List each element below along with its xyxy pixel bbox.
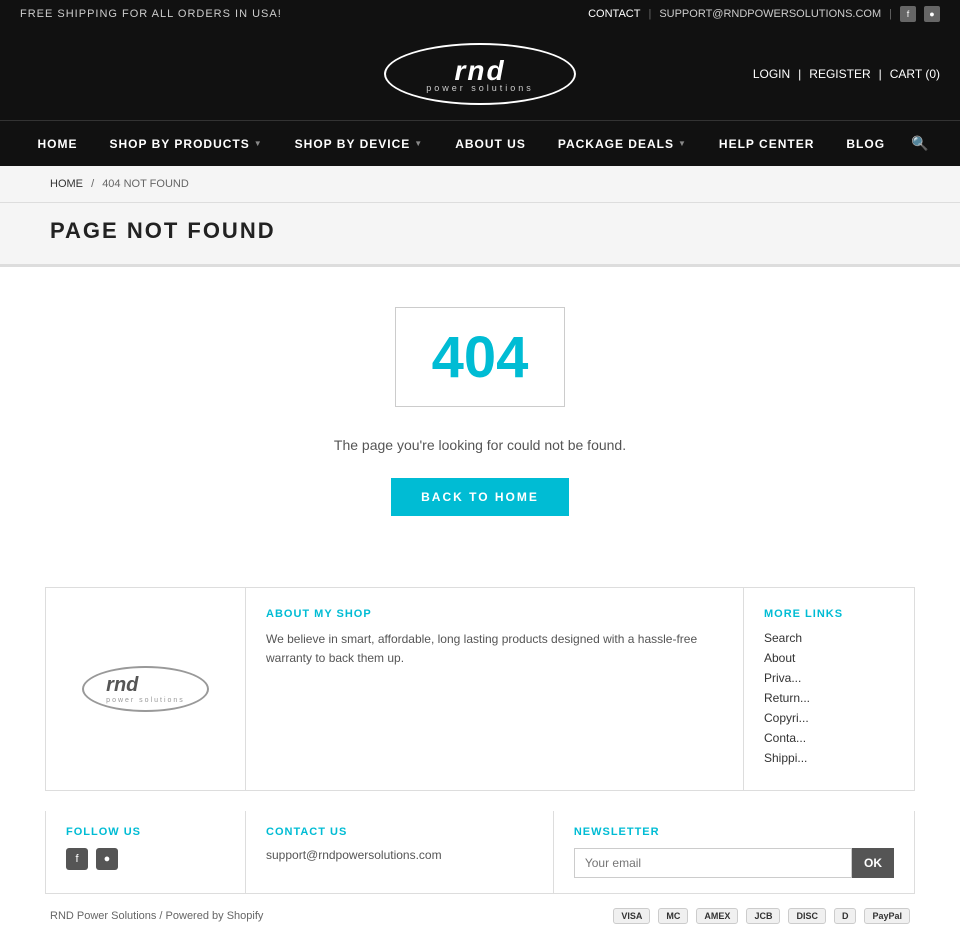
amex-icon: AMEX bbox=[696, 908, 738, 924]
list-item: Shippi... bbox=[764, 750, 894, 765]
nav-inner: HOME SHOP BY PRODUCTS ▼ SHOP BY DEVICE ▼… bbox=[0, 121, 960, 166]
footer-links-list: Search About Priva... Return... Copyri..… bbox=[764, 630, 894, 765]
footer-logo-text: rnd bbox=[106, 674, 185, 697]
separator-1: | bbox=[648, 8, 651, 20]
paypal-icon: PayPal bbox=[864, 908, 910, 924]
footer-logo: rnd power solutions bbox=[82, 666, 209, 712]
footer-link-returns[interactable]: Return... bbox=[764, 691, 810, 705]
arrow-icon: ▼ bbox=[678, 139, 687, 148]
top-bar: FREE SHIPPING FOR ALL ORDERS IN USA! CON… bbox=[0, 0, 960, 28]
cart-link[interactable]: CART (0) bbox=[890, 67, 940, 81]
footer-newsletter-col: NEWSLETTER OK bbox=[554, 811, 914, 893]
footer-link-copyright[interactable]: Copyri... bbox=[764, 711, 809, 725]
footer-links-col: MORE LINKS Search About Priva... Return.… bbox=[744, 588, 914, 790]
discover-icon: DISC bbox=[788, 908, 826, 924]
footer-contact-email: support@rndpowersolutions.com bbox=[266, 848, 533, 862]
nav-shop-products[interactable]: SHOP BY PRODUCTS ▼ bbox=[94, 123, 279, 165]
separator-2: | bbox=[889, 8, 892, 20]
search-icon[interactable]: 🔍 bbox=[901, 121, 938, 166]
footer-contact-title: CONTACT US bbox=[266, 826, 533, 838]
newsletter-submit-button[interactable]: OK bbox=[852, 848, 894, 878]
footer-about-title: ABOUT MY SHOP bbox=[266, 608, 723, 620]
arrow-icon: ▼ bbox=[414, 139, 423, 148]
list-item: Return... bbox=[764, 690, 894, 705]
list-item: Priva... bbox=[764, 670, 894, 685]
breadcrumb-section: HOME / 404 NOT FOUND bbox=[0, 166, 960, 203]
mastercard-icon: MC bbox=[658, 908, 688, 924]
payment-icons: VISA MC AMEX JCB DISC D PayPal bbox=[613, 908, 910, 924]
nav-package[interactable]: PACKAGE DEALS ▼ bbox=[542, 123, 703, 165]
page-title: PAGE NOT FOUND bbox=[50, 218, 910, 244]
main-nav: HOME SHOP BY PRODUCTS ▼ SHOP BY DEVICE ▼… bbox=[0, 120, 960, 166]
footer-follow-title: FOLLOW US bbox=[66, 826, 225, 838]
copyright-text: RND Power Solutions / Powered by Shopify bbox=[50, 910, 263, 922]
footer-bottom-row: FOLLOW US f ● CONTACT US support@rndpowe… bbox=[45, 811, 915, 894]
newsletter-email-input[interactable] bbox=[574, 848, 852, 878]
diners-icon: D bbox=[834, 908, 857, 924]
instagram-icon[interactable]: ● bbox=[924, 6, 940, 22]
jcb-icon: JCB bbox=[746, 908, 780, 924]
footer-link-shipping[interactable]: Shippi... bbox=[764, 751, 807, 765]
footer-link-privacy[interactable]: Priva... bbox=[764, 671, 801, 685]
nav-shop-device[interactable]: SHOP BY DEVICE ▼ bbox=[279, 123, 440, 165]
footer-instagram-icon[interactable]: ● bbox=[96, 848, 118, 870]
logo-sub-text: power solutions bbox=[426, 83, 534, 93]
list-item: About bbox=[764, 650, 894, 665]
newsletter-form: OK bbox=[574, 848, 894, 878]
register-link[interactable]: REGISTER bbox=[809, 67, 870, 81]
facebook-icon[interactable]: f bbox=[900, 6, 916, 22]
list-item: Copyri... bbox=[764, 710, 894, 725]
social-icons-row: f ● bbox=[66, 848, 225, 870]
footer-link-contact[interactable]: Conta... bbox=[764, 731, 806, 745]
logo-oval: rnd power solutions bbox=[384, 43, 576, 105]
footer-facebook-icon[interactable]: f bbox=[66, 848, 88, 870]
list-item: Search bbox=[764, 630, 894, 645]
footer-main: rnd power solutions ABOUT MY SHOP We bel… bbox=[45, 587, 915, 791]
login-link[interactable]: LOGIN bbox=[753, 67, 790, 81]
sep1: | bbox=[798, 67, 801, 81]
main-content: 404 The page you're looking for could no… bbox=[0, 267, 960, 567]
footer-links-title: MORE LINKS bbox=[764, 608, 894, 620]
footer-very-bottom: RND Power Solutions / Powered by Shopify… bbox=[0, 894, 960, 938]
footer-link-search[interactable]: Search bbox=[764, 631, 802, 645]
footer-about-text: We believe in smart, affordable, long la… bbox=[266, 630, 723, 668]
header-actions: LOGIN | REGISTER | CART (0) bbox=[753, 67, 940, 81]
footer-logo-sub: power solutions bbox=[106, 697, 185, 704]
error-box: 404 bbox=[395, 307, 565, 407]
top-bar-right: CONTACT | SUPPORT@RNDPOWERSOLUTIONS.COM … bbox=[588, 6, 940, 22]
nav-blog[interactable]: BLOG bbox=[830, 123, 901, 165]
back-to-home-button[interactable]: BACK TO HOME bbox=[391, 478, 569, 516]
footer-follow-col: FOLLOW US f ● bbox=[46, 811, 246, 893]
breadcrumb-home[interactable]: HOME bbox=[50, 178, 83, 190]
support-email: SUPPORT@RNDPOWERSOLUTIONS.COM bbox=[659, 8, 881, 20]
breadcrumb: HOME / 404 NOT FOUND bbox=[50, 178, 910, 190]
footer-newsletter-title: NEWSLETTER bbox=[574, 826, 894, 838]
list-item: Conta... bbox=[764, 730, 894, 745]
visa-icon: VISA bbox=[613, 908, 650, 924]
site-header: rnd power solutions LOGIN | REGISTER | C… bbox=[0, 28, 960, 120]
nav-help[interactable]: HELP CENTER bbox=[703, 123, 830, 165]
footer-logo-col: rnd power solutions bbox=[46, 588, 246, 790]
error-message: The page you're looking for could not be… bbox=[334, 437, 626, 453]
breadcrumb-sep: / bbox=[91, 178, 94, 190]
sep2: | bbox=[879, 67, 882, 81]
nav-about[interactable]: ABOUT US bbox=[439, 123, 542, 165]
footer-about-col: ABOUT MY SHOP We believe in smart, affor… bbox=[246, 588, 744, 790]
footer-contact-col: CONTACT US support@rndpowersolutions.com bbox=[246, 811, 554, 893]
breadcrumb-current: 404 NOT FOUND bbox=[102, 178, 189, 190]
page-header: PAGE NOT FOUND bbox=[0, 203, 960, 267]
contact-link[interactable]: CONTACT bbox=[588, 8, 640, 20]
footer-link-about[interactable]: About bbox=[764, 651, 795, 665]
error-code: 404 bbox=[432, 324, 529, 391]
footer-logo-oval: rnd power solutions bbox=[82, 666, 209, 712]
nav-home[interactable]: HOME bbox=[22, 123, 94, 165]
arrow-icon: ▼ bbox=[254, 139, 263, 148]
logo[interactable]: rnd power solutions bbox=[384, 43, 576, 105]
free-shipping-text: FREE SHIPPING FOR ALL ORDERS IN USA! bbox=[20, 8, 282, 20]
